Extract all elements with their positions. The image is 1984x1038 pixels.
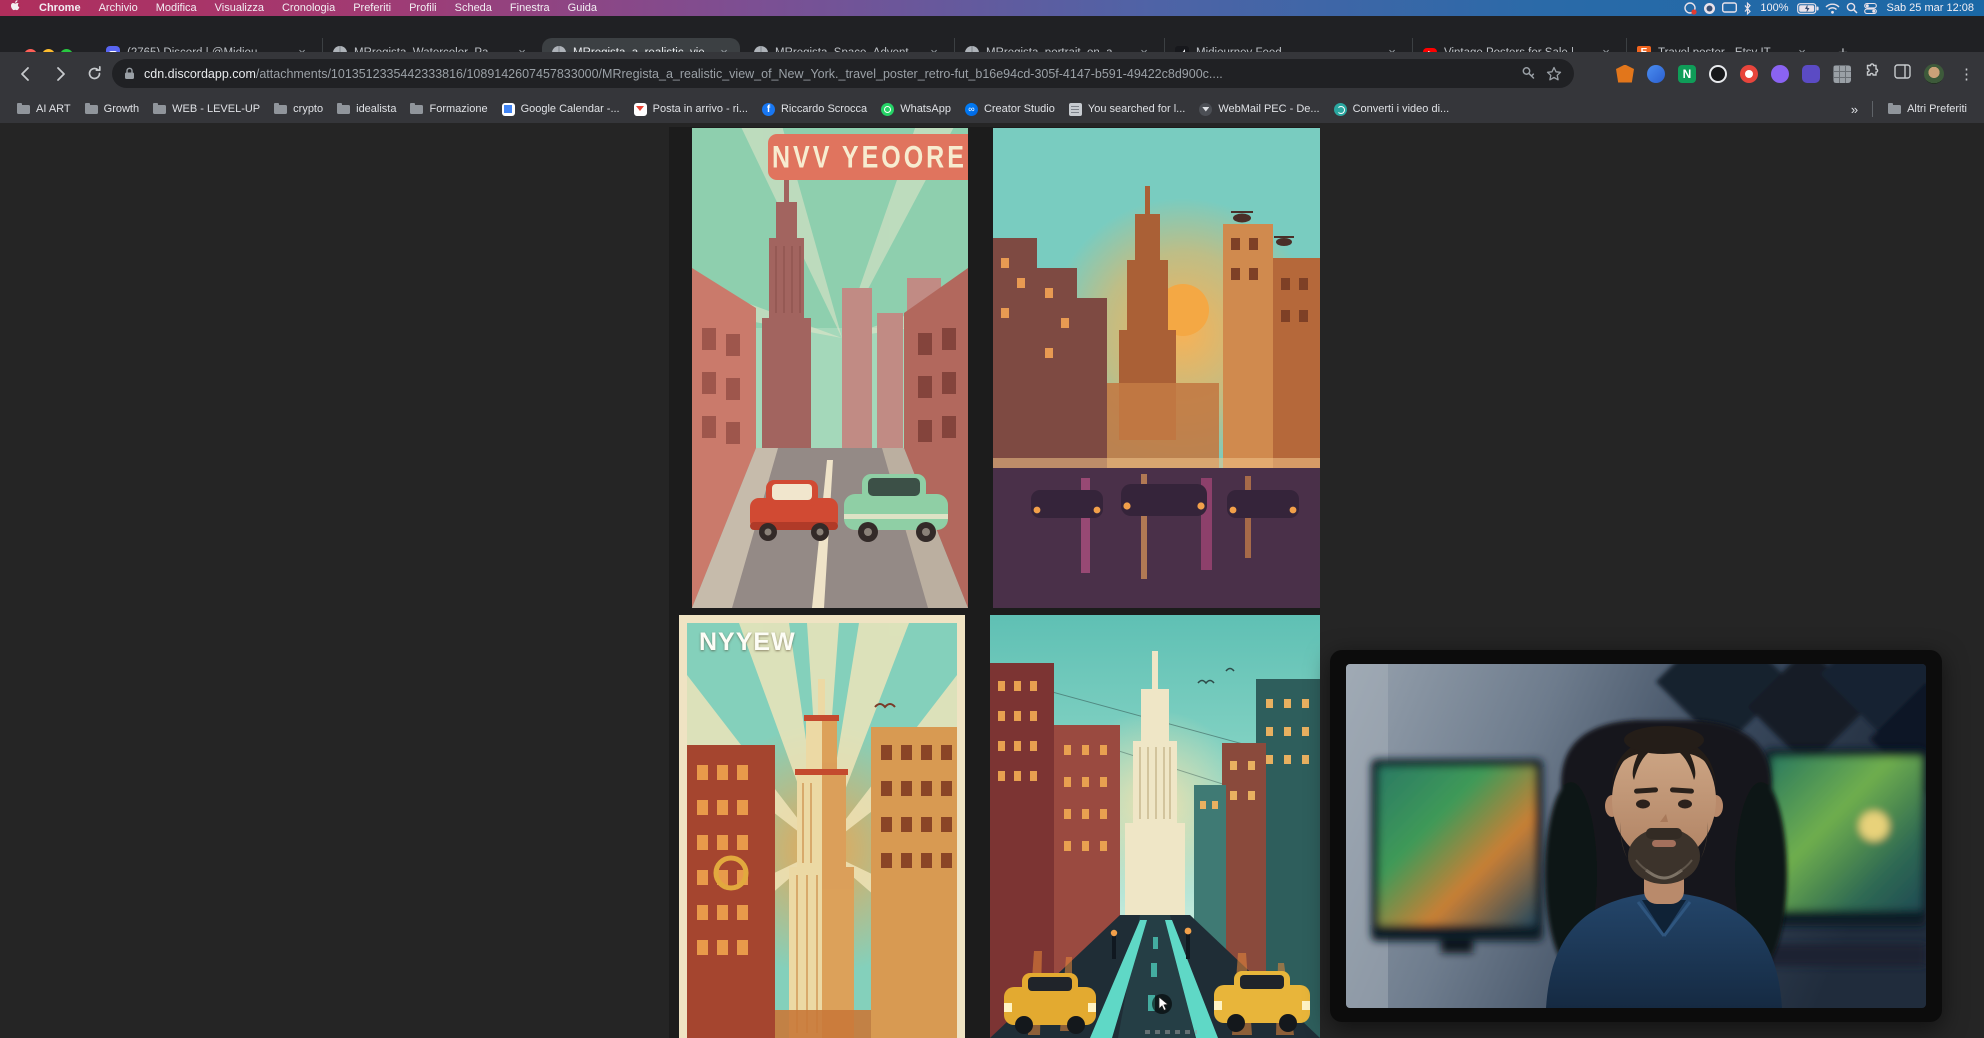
webmail-icon [1199,103,1212,116]
bookmark-folder[interactable]: crypto [267,100,330,118]
menu-item-profili[interactable]: Profili [400,0,446,16]
dark-circle-extension-icon[interactable] [1709,65,1727,83]
folder-icon [85,105,98,114]
battery-icon [1797,3,1819,14]
menu-item-visualizza[interactable]: Visualizza [206,0,273,16]
folder-icon [17,105,30,114]
key-icon[interactable] [1521,66,1536,81]
bookmarks-overflow-chevron[interactable]: » [1845,102,1864,117]
battery-percent: 100% [1758,0,1790,16]
menu-item-modifica[interactable]: Modifica [147,0,206,16]
bookmark-facebook[interactable]: fRiccardo Scrocca [755,100,874,119]
midjourney-grid-image: NVV YEOORE [669,127,1320,1038]
bookmark-google-calendar[interactable]: Google Calendar -... [495,100,627,119]
bookmark-star-icon[interactable] [1546,66,1562,82]
bookmark-folder[interactable]: Growth [78,100,146,118]
url-path: /attachments/1013512335442333816/1089142… [256,67,1513,81]
folder-icon [274,105,287,114]
macos-menu-bar: Chrome Archivio Modifica Visualizza Cron… [0,0,1984,16]
profile-avatar[interactable] [1924,64,1944,84]
menu-item-guida[interactable]: Guida [559,0,606,16]
menu-item-preferiti[interactable]: Preferiti [344,0,400,16]
other-bookmarks-folder[interactable]: Altri Preferiti [1881,100,1974,118]
metamask-icon[interactable] [1616,65,1634,83]
mouse-cursor [1150,992,1174,1016]
apple-icon [9,0,21,12]
folder-icon [337,105,350,114]
folder-icon [1888,105,1901,114]
menu-item-scheda[interactable]: Scheda [446,0,501,16]
whatsapp-icon [881,103,894,116]
gmail-icon [634,103,647,116]
page-content: NVV YEOORE [0,123,1984,1038]
address-bar[interactable]: cdn.discordapp.com/attachments/101351233… [112,59,1574,88]
reload-button[interactable] [80,60,108,88]
n-extension-icon[interactable]: N [1678,65,1696,83]
screen-recording-icon[interactable] [1684,2,1697,15]
page-icon [1069,103,1082,116]
display-icon[interactable] [1722,2,1737,14]
facebook-icon: f [762,103,775,116]
poster-top-right [993,128,1320,608]
menu-clock[interactable]: Sab 25 mar 12:08 [1883,2,1974,14]
extensions-puzzle-icon[interactable] [1864,63,1881,85]
bookmark-folder[interactable]: idealista [330,100,403,118]
crosswalk-dashes [1145,1030,1197,1034]
poster-title-nyyew: NYYEW [699,628,796,657]
extensions-row: N ⋮ [1616,59,1976,88]
bookmark-folder[interactable]: Formazione [403,100,494,118]
browser-menu-kebab-icon[interactable]: ⋮ [1957,65,1976,83]
back-button[interactable] [12,60,40,88]
bookmark-creator-studio[interactable]: ∞Creator Studio [958,100,1062,119]
spotlight-search-icon[interactable] [1846,2,1858,14]
violet-extension-icon[interactable] [1802,65,1820,83]
wave-extension-icon[interactable] [1647,65,1665,83]
poster-title-new-york: NVV YEOORE [772,140,962,176]
chrome-tab-strip: (2765) Discord | @Midjou × MRregista_Wat… [0,16,1984,52]
bookmark-video-converter[interactable]: Converti i video di... [1327,100,1457,119]
wifi-icon[interactable] [1825,3,1840,14]
menu-item-chrome[interactable]: Chrome [30,0,90,16]
bookmark-webmail-pec[interactable]: WebMail PEC - De... [1192,100,1326,119]
menu-item-archivio[interactable]: Archivio [90,0,147,16]
poster-top-left [692,128,968,608]
menu-item-cronologia[interactable]: Cronologia [273,0,344,16]
bookmarks-bar: AI ART Growth WEB - LEVEL-UP crypto idea… [0,95,1984,123]
presenter-webcam [1346,664,1926,1008]
purple-extension-icon[interactable] [1771,65,1789,83]
apple-menu[interactable] [0,0,30,17]
browser-toolbar: cdn.discordapp.com/attachments/101351233… [0,52,1984,95]
poster-bottom-left [679,615,965,1038]
url-domain: cdn.discordapp.com [144,67,256,81]
lock-icon [124,67,135,80]
red-extension-icon[interactable] [1740,65,1758,83]
folder-icon [410,105,423,114]
video-converter-icon [1334,103,1347,116]
poster-bottom-right [990,615,1320,1038]
menu-item-finestra[interactable]: Finestra [501,0,559,16]
screen: Chrome Archivio Modifica Visualizza Cron… [0,0,1984,1038]
bluetooth-icon[interactable] [1743,2,1752,15]
bookmark-whatsapp[interactable]: WhatsApp [874,100,958,119]
bookmark-gmail[interactable]: Posta in arrivo - ri... [627,100,755,119]
grid-extension-icon[interactable] [1833,65,1851,83]
stop-circle-icon[interactable] [1703,2,1716,15]
folder-icon [153,105,166,114]
bookmark-folder[interactable]: WEB - LEVEL-UP [146,100,267,118]
side-panel-icon[interactable] [1894,64,1911,84]
bookmark-search-result[interactable]: You searched for l... [1062,100,1192,119]
forward-button[interactable] [46,60,74,88]
webcam-overlay [1330,650,1942,1022]
control-center-icon[interactable] [1864,2,1877,15]
bookmark-folder[interactable]: AI ART [10,100,78,118]
google-calendar-icon [502,103,515,116]
meta-icon: ∞ [965,103,978,116]
